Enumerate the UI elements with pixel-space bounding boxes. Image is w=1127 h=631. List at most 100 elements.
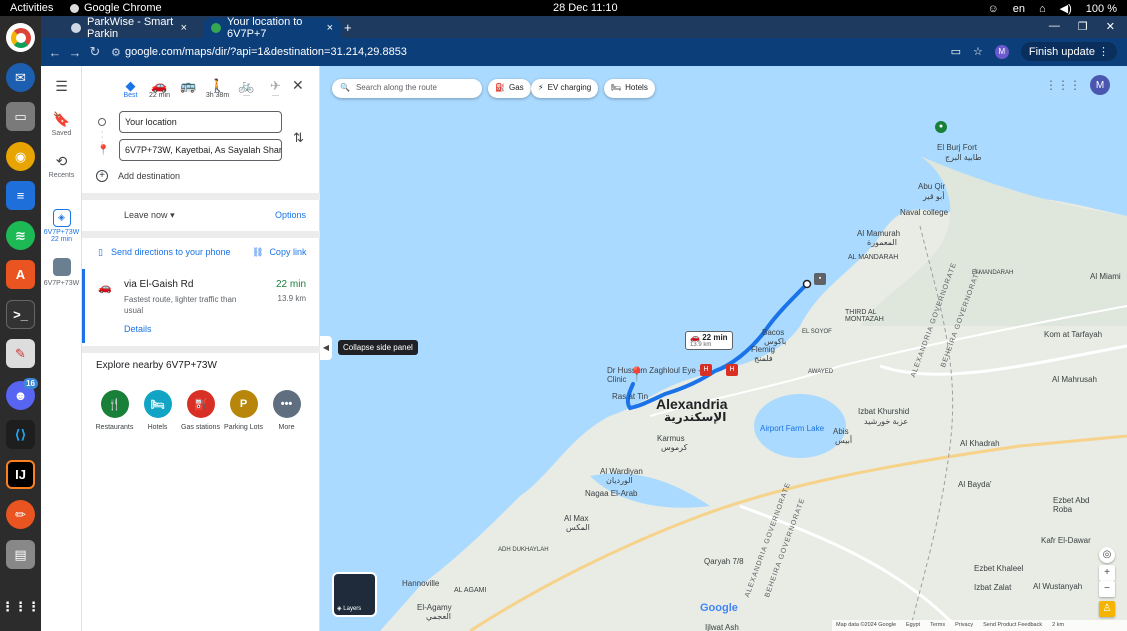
route-option[interactable]: 🚗 via El-Gaish Rd Fastest route, lighter… bbox=[82, 269, 320, 343]
recents-button[interactable]: ⟲ Recents bbox=[41, 153, 82, 179]
bookmark-star-icon[interactable]: ☆ bbox=[973, 45, 983, 58]
mode-cycling[interactable]: 🚲 — bbox=[232, 78, 261, 99]
network-icon[interactable]: ⌂ bbox=[1039, 3, 1046, 15]
route-description: Fastest route, lighter traffic than usua… bbox=[124, 295, 237, 315]
nearby-parking-button[interactable]: P Parking Lots bbox=[221, 390, 266, 431]
recent-place-item[interactable]: 6V7P+73W bbox=[41, 258, 82, 287]
poi-marker-icon[interactable]: ▪ bbox=[814, 273, 826, 285]
hospital-marker-icon[interactable]: H bbox=[726, 364, 738, 376]
minimize-icon[interactable]: — bbox=[1049, 20, 1060, 33]
active-app-menu[interactable]: Google Chrome bbox=[70, 2, 162, 14]
address-bar[interactable]: ⚙ google.com/maps/dir/?api=1&destination… bbox=[111, 42, 949, 62]
cast-icon[interactable]: ▭ bbox=[951, 45, 961, 58]
chip-gas[interactable]: ⛽ Gas bbox=[488, 79, 531, 98]
map-label: Al Bayda' bbox=[958, 480, 992, 489]
system-tray[interactable]: ☺ en ⌂ ◀) 100 % bbox=[988, 2, 1117, 16]
notes-icon[interactable]: ▤ bbox=[6, 540, 35, 569]
discord-icon[interactable]: ☻ 16 bbox=[6, 378, 38, 410]
scale-label[interactable]: 2 km bbox=[1052, 622, 1064, 629]
my-location-icon[interactable]: ◎ bbox=[1099, 547, 1115, 563]
park-marker-icon[interactable]: ● bbox=[935, 121, 947, 133]
search-along-route-input[interactable]: 🔍 Search along the route bbox=[332, 79, 482, 98]
battery-level[interactable]: 100 % bbox=[1086, 3, 1117, 15]
close-tab-icon[interactable]: × bbox=[181, 22, 187, 34]
swap-icon[interactable]: ⇅ bbox=[293, 130, 304, 146]
nearby-restaurants-button[interactable]: 🍴 Restaurants bbox=[92, 390, 137, 431]
back-icon[interactable]: ← bbox=[45, 45, 65, 60]
show-apps-icon[interactable]: ⋮⋮⋮ bbox=[1, 592, 40, 621]
add-destination-button[interactable]: + Add destination bbox=[96, 170, 180, 182]
route-time-box[interactable]: 🚗 22 min 13.9 km bbox=[685, 331, 733, 350]
mode-driving[interactable]: 🚗 22 min bbox=[145, 78, 174, 99]
terms-link[interactable]: Terms bbox=[930, 622, 945, 629]
writer-icon[interactable]: ≡ bbox=[6, 181, 35, 210]
tab-strip: ParkWise - Smart Parkin × Your location t… bbox=[41, 16, 1127, 40]
chip-ev-charging[interactable]: ⚡ EV charging bbox=[531, 79, 599, 98]
volume-icon[interactable]: ◀) bbox=[1060, 2, 1072, 15]
nearby-gas-button[interactable]: ⛽ Gas stations bbox=[178, 390, 223, 431]
menu-button[interactable]: ☰ bbox=[41, 78, 82, 97]
close-window-icon[interactable]: ✕ bbox=[1106, 20, 1115, 33]
recent-route-item[interactable]: ◈ 6V7P+73W 22 min bbox=[41, 209, 82, 243]
destination-input[interactable]: 6V7P+73W, Kayetbai, As Sayalah Sharq, A bbox=[119, 139, 282, 161]
nearby-more-button[interactable]: ••• More bbox=[264, 390, 309, 431]
account-avatar[interactable]: M bbox=[1090, 75, 1110, 95]
chrome-dock-icon[interactable] bbox=[6, 23, 35, 52]
language-indicator[interactable]: en bbox=[1013, 3, 1025, 15]
leave-now-dropdown[interactable]: Leave now ▾ bbox=[124, 210, 175, 221]
vscode-icon[interactable]: ⟨⟩ bbox=[6, 420, 35, 449]
rhythmbox-icon[interactable]: ◉ bbox=[6, 142, 35, 171]
finish-update-button[interactable]: Finish update ⋮ bbox=[1020, 42, 1117, 61]
forward-icon[interactable]: → bbox=[65, 45, 85, 60]
hospital-marker-icon[interactable]: H bbox=[700, 364, 712, 376]
region-link[interactable]: Egypt bbox=[906, 622, 920, 629]
spotify-icon[interactable]: ≋ bbox=[6, 221, 35, 250]
options-button[interactable]: Options bbox=[275, 210, 306, 220]
layers-button[interactable]: ◈ Layers bbox=[332, 572, 377, 617]
maximize-icon[interactable]: ❐ bbox=[1078, 20, 1088, 33]
tab-maps[interactable]: Your location to 6V7P+7 × bbox=[203, 16, 341, 40]
software-center-icon[interactable]: A bbox=[6, 260, 35, 289]
google-apps-icon[interactable]: ⋮⋮⋮ bbox=[1045, 78, 1081, 92]
site-info-icon[interactable]: ⚙ bbox=[111, 46, 125, 59]
saved-button[interactable]: 🔖 Saved bbox=[41, 111, 82, 137]
route-details-link[interactable]: Details bbox=[124, 324, 152, 334]
discord-badge: 16 bbox=[23, 378, 38, 389]
text-editor-icon[interactable]: ✎ bbox=[6, 339, 35, 368]
origin-input[interactable]: Your location bbox=[119, 111, 282, 133]
map-label-alexandria-ar: الإسكندرية bbox=[664, 410, 727, 424]
mode-flight[interactable]: ✈ — bbox=[261, 78, 290, 99]
send-to-phone-button[interactable]: ▯ Send directions to your phone bbox=[98, 247, 231, 258]
accessibility-icon[interactable]: ☺ bbox=[988, 3, 999, 15]
copy-link-button[interactable]: ⛓ Copy link bbox=[252, 247, 306, 258]
map-canvas[interactable]: ◀ Collapse side panel 🔍 Search along the … bbox=[320, 66, 1127, 631]
nearby-hotels-button[interactable]: 🛏 Hotels bbox=[135, 390, 180, 431]
mode-best[interactable]: ◆ Best bbox=[116, 78, 145, 99]
reload-icon[interactable]: ↻ bbox=[85, 44, 105, 60]
files-icon[interactable]: ▭ bbox=[6, 102, 35, 131]
close-directions-icon[interactable]: ✕ bbox=[292, 77, 304, 94]
inkscape-icon[interactable]: ✏ bbox=[6, 500, 35, 529]
zoom-out-button[interactable]: − bbox=[1099, 581, 1115, 597]
jetbrains-icon[interactable]: IJ bbox=[6, 460, 35, 489]
recent-route-label: 6V7P+73W bbox=[43, 229, 80, 236]
chip-hotels[interactable]: 🛏 Hotels bbox=[604, 79, 655, 98]
new-tab-button[interactable]: + bbox=[344, 20, 352, 35]
zoom-in-button[interactable]: + bbox=[1099, 565, 1115, 581]
mode-walking[interactable]: 🚶 3h 38m bbox=[203, 78, 232, 99]
privacy-link[interactable]: Privacy bbox=[955, 622, 973, 629]
close-tab-icon[interactable]: × bbox=[327, 22, 333, 34]
mode-transit[interactable]: 🚌 bbox=[174, 78, 203, 99]
destination-pin-icon[interactable]: 📍 bbox=[628, 366, 645, 383]
pegman-icon[interactable]: ♙ bbox=[1099, 601, 1115, 617]
tab-parkwise[interactable]: ParkWise - Smart Parkin × bbox=[63, 16, 195, 40]
profile-avatar[interactable]: M bbox=[994, 44, 1009, 59]
layers-label: Layers bbox=[343, 606, 362, 612]
activities-button[interactable]: Activities bbox=[10, 2, 53, 14]
feedback-link[interactable]: Send Product Feedback bbox=[983, 622, 1042, 629]
collapse-panel-button[interactable]: ◀ bbox=[320, 336, 332, 360]
thunderbird-icon[interactable]: ✉ bbox=[6, 63, 35, 92]
clock[interactable]: 28 Dec 11:10 bbox=[553, 2, 618, 14]
map-label: Bacos bbox=[762, 328, 785, 337]
terminal-icon[interactable]: >_ bbox=[6, 300, 35, 329]
